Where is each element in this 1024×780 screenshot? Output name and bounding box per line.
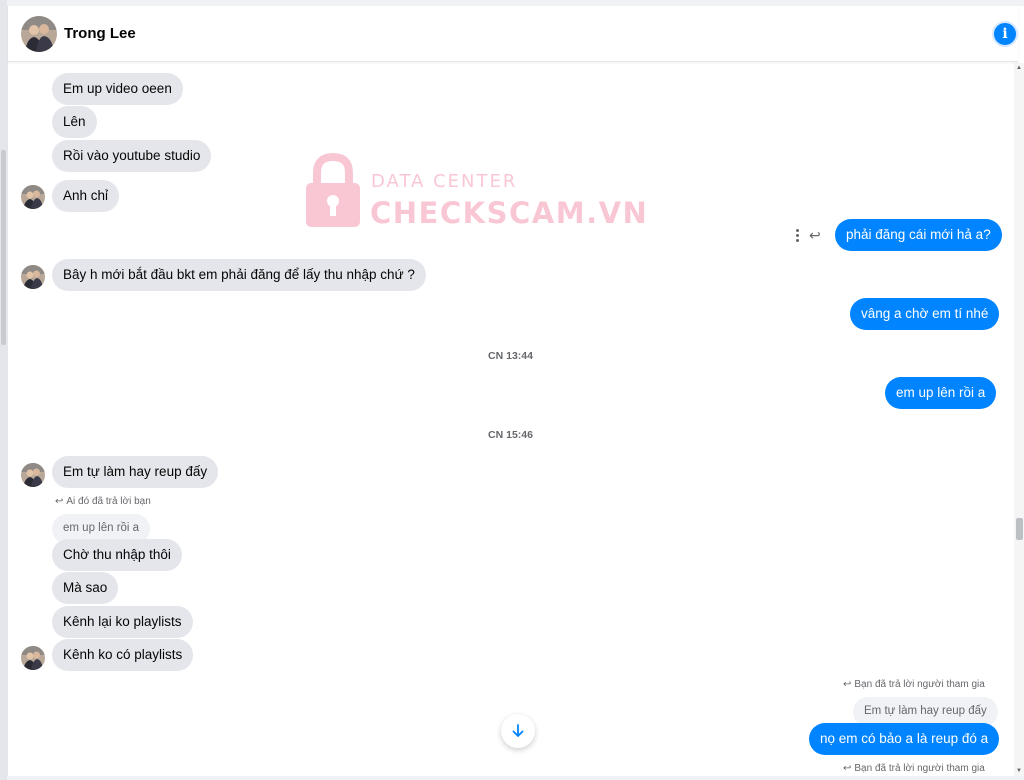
message-incoming[interactable]: Anh chỉ (52, 180, 120, 212)
watermark-line1: DATA CENTER (371, 171, 518, 192)
message-incoming[interactable]: Em up video oeen (52, 73, 183, 105)
message-actions: ↩ (796, 227, 821, 244)
sender-avatar[interactable] (21, 463, 45, 487)
reply-arrow-icon: ↩ (843, 763, 852, 774)
lock-icon (306, 153, 360, 227)
reply-arrow-icon: ↩ (843, 679, 852, 690)
message-outgoing[interactable]: nọ em có bảo a là reup đó a (809, 723, 1000, 755)
left-panel-scrollbar-thumb[interactable] (1, 150, 6, 345)
message-incoming[interactable]: Chờ thu nhập thôi (52, 539, 182, 571)
message-scrollbar-thumb[interactable] (1016, 518, 1023, 540)
message-outgoing[interactable]: em up lên rồi a (885, 377, 997, 409)
sender-avatar[interactable] (21, 185, 45, 209)
timestamp: CN 15:46 (488, 429, 533, 441)
reply-note: ↩ Bạn đã trả lời người tham gia (843, 763, 985, 774)
message-scrollbar[interactable]: ▲ ▼ (1014, 63, 1024, 776)
reply-icon[interactable]: ↩ (809, 227, 821, 244)
watermark: DATA CENTER CHECKSCAM.VN (304, 153, 647, 243)
sender-avatar[interactable] (21, 265, 45, 289)
contact-avatar[interactable] (21, 16, 57, 52)
sender-avatar[interactable] (21, 646, 45, 670)
info-icon[interactable]: i (992, 21, 1018, 47)
arrow-down-icon (512, 724, 524, 737)
message-outgoing[interactable]: phải đăng cái mới hả a? (835, 219, 1002, 251)
timestamp: CN 13:44 (488, 350, 533, 362)
reply-note: ↩ Ai đó đã trả lời bạn (55, 496, 151, 507)
more-options-icon[interactable] (796, 229, 799, 242)
scroll-up-arrow-icon[interactable]: ▲ (1016, 65, 1022, 71)
message-outgoing[interactable]: vâng a chờ em tí nhé (850, 298, 1000, 330)
chat-window: Trong Lee i DATA CENTER CHECKSCAM.VN Em … (7, 6, 1024, 776)
info-glyph: i (1002, 26, 1008, 42)
message-incoming[interactable]: Kênh lại ko playlists (52, 606, 193, 638)
scroll-down-arrow-icon[interactable]: ▼ (1016, 768, 1022, 774)
reply-note-text: Bạn đã trả lời người tham gia (854, 763, 985, 774)
message-incoming[interactable]: Mà sao (52, 572, 119, 604)
scroll-to-bottom-button[interactable] (501, 714, 535, 748)
watermark-line2: CHECKSCAM.VN (370, 196, 649, 230)
message-incoming[interactable]: Kênh ko có playlists (52, 639, 194, 671)
reply-note-text: Bạn đã trả lời người tham gia (854, 679, 985, 690)
message-list[interactable]: DATA CENTER CHECKSCAM.VN Em up video oee… (8, 63, 1013, 776)
message-incoming[interactable]: Bây h mới bắt đầu bkt em phải đăng để lấ… (52, 259, 426, 291)
message-incoming[interactable]: Rồi vào youtube studio (52, 140, 212, 172)
reply-note: ↩ Bạn đã trả lời người tham gia (843, 679, 985, 690)
left-panel-scrollbar[interactable] (0, 0, 7, 780)
message-incoming[interactable]: Em tự làm hay reup đấy (52, 456, 219, 488)
contact-name[interactable]: Trong Lee (64, 25, 136, 42)
message-incoming[interactable]: Lên (52, 106, 97, 138)
chat-header: Trong Lee i (8, 6, 1018, 62)
reply-arrow-icon: ↩ (55, 496, 64, 507)
reply-note-text: Ai đó đã trả lời bạn (66, 496, 151, 507)
